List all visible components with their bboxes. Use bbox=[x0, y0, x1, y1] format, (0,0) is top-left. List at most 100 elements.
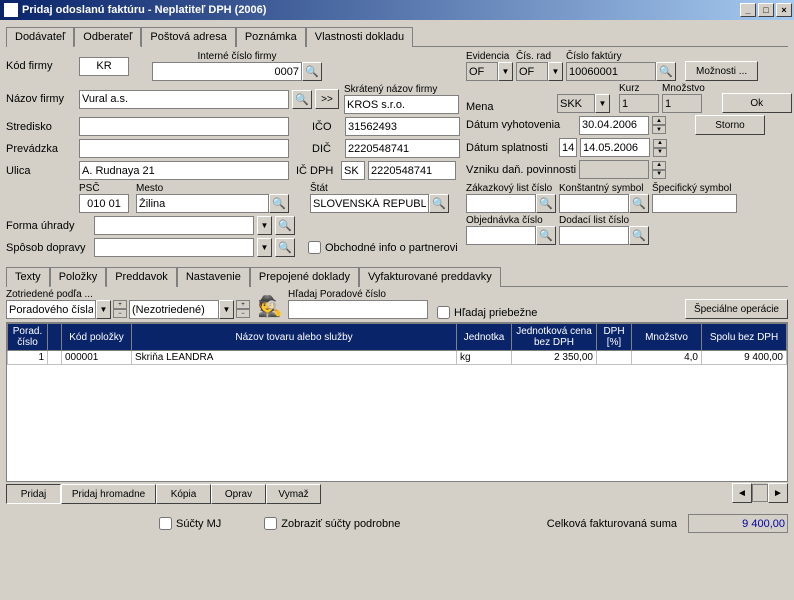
grid-col-8[interactable]: Spolu bez DPH bbox=[702, 324, 787, 351]
interne-cislo-input[interactable] bbox=[152, 62, 302, 81]
tab-mid-4[interactable]: Prepojené doklady bbox=[250, 267, 359, 287]
cisrad-dropdown-icon[interactable]: ▼ bbox=[548, 62, 563, 81]
prevadzka-input[interactable] bbox=[79, 139, 289, 158]
mena-dropdown-icon[interactable]: ▼ bbox=[595, 94, 610, 113]
ok-button[interactable]: Ok bbox=[722, 93, 792, 113]
obj-lookup-icon[interactable]: 🔍 bbox=[536, 226, 556, 245]
cisrad-select[interactable] bbox=[516, 62, 548, 81]
forma-dropdown-icon[interactable]: ▼ bbox=[257, 216, 272, 235]
datum-vyh-up-icon[interactable]: ▲ bbox=[652, 116, 666, 125]
icdph-input[interactable] bbox=[368, 161, 456, 180]
sposob-input[interactable] bbox=[94, 238, 254, 257]
moznosti-button[interactable]: Možnosti ... bbox=[685, 61, 758, 81]
footer-btn-pridaj-hromadne[interactable]: Pridaj hromadne bbox=[61, 484, 156, 504]
items-grid[interactable]: Porad. číslo Kód položkyNázov tovaru aleb… bbox=[6, 322, 788, 482]
sposob-lookup-icon[interactable]: 🔍 bbox=[275, 238, 295, 257]
tab-top-0[interactable]: Dodávateľ bbox=[6, 27, 74, 47]
sort2-dropdown-icon[interactable]: ▼ bbox=[219, 300, 234, 319]
forma-lookup-icon[interactable]: 🔍 bbox=[275, 216, 295, 235]
datum-vyh-down-icon[interactable]: ▼ bbox=[652, 125, 666, 134]
stat-input[interactable] bbox=[310, 194, 429, 213]
sort2-down-icon[interactable]: − bbox=[236, 309, 250, 318]
evidencia-select[interactable] bbox=[466, 62, 498, 81]
maximize-button[interactable]: □ bbox=[758, 3, 774, 17]
tab-mid-0[interactable]: Texty bbox=[6, 267, 50, 287]
sort2-select[interactable] bbox=[129, 300, 219, 319]
icdph-stat-input[interactable] bbox=[341, 161, 365, 180]
vznik-up-icon[interactable]: ▲ bbox=[652, 161, 666, 170]
grid-col-1[interactable] bbox=[48, 324, 62, 351]
stat-lookup-icon[interactable]: 🔍 bbox=[429, 194, 449, 213]
mesto-input[interactable] bbox=[136, 194, 269, 213]
mesto-lookup-icon[interactable]: 🔍 bbox=[269, 194, 289, 213]
hladaj-priebezne-checkbox[interactable]: Hľadaj priebežne bbox=[437, 306, 537, 319]
tab-mid-1[interactable]: Položky bbox=[50, 267, 107, 287]
grid-col-6[interactable]: DPH [%] bbox=[597, 324, 632, 351]
cislo-fakt-lookup-icon[interactable]: 🔍 bbox=[656, 62, 676, 81]
mena-select[interactable] bbox=[557, 94, 595, 113]
sucty-mj-checkbox[interactable]: Súčty MJ bbox=[159, 517, 221, 530]
zakaz-input[interactable] bbox=[466, 194, 536, 213]
stredisko-input[interactable] bbox=[79, 117, 289, 136]
grid-col-0[interactable]: Porad. číslo bbox=[8, 324, 48, 351]
table-row[interactable]: 1000001Skriňa LEANDRAkg2 350,004,09 400,… bbox=[8, 351, 787, 365]
sort1-down-icon[interactable]: − bbox=[113, 309, 127, 318]
close-button[interactable]: × bbox=[776, 3, 792, 17]
grid-col-2[interactable]: Kód položky bbox=[62, 324, 132, 351]
sort1-dropdown-icon[interactable]: ▼ bbox=[96, 300, 111, 319]
skrateny-input[interactable] bbox=[344, 95, 459, 114]
grid-col-4[interactable]: Jednotka bbox=[457, 324, 512, 351]
scroll-left-icon[interactable]: ◄ bbox=[732, 483, 752, 503]
tab-top-2[interactable]: Poštová adresa bbox=[141, 27, 235, 47]
scroll-right-icon[interactable]: ► bbox=[768, 483, 788, 503]
vznik-down-icon[interactable]: ▼ bbox=[652, 170, 666, 179]
obj-input[interactable] bbox=[466, 226, 536, 245]
sposob-dropdown-icon[interactable]: ▼ bbox=[257, 238, 272, 257]
datum-spl-up-icon[interactable]: ▲ bbox=[653, 139, 667, 148]
footer-btn-oprav[interactable]: Oprav bbox=[211, 484, 266, 504]
minimize-button[interactable]: _ bbox=[740, 3, 756, 17]
footer-btn-kópia[interactable]: Kópia bbox=[156, 484, 211, 504]
sort2-up-icon[interactable]: + bbox=[236, 300, 250, 309]
sort1-up-icon[interactable]: + bbox=[113, 300, 127, 309]
hladaj-input[interactable] bbox=[288, 300, 428, 319]
footer-btn-pridaj[interactable]: Pridaj bbox=[6, 484, 61, 504]
tab-top-4[interactable]: Vlastnosti dokladu bbox=[306, 27, 413, 47]
grid-col-7[interactable]: Množstvo bbox=[632, 324, 702, 351]
sort1-select[interactable] bbox=[6, 300, 96, 319]
zobrazit-checkbox[interactable]: Zobraziť súčty podrobne bbox=[264, 517, 400, 530]
specialne-button[interactable]: Špeciálne operácie bbox=[685, 299, 788, 319]
nazov-firmy-input[interactable] bbox=[79, 90, 289, 109]
interne-cislo-lookup-icon[interactable]: 🔍 bbox=[302, 62, 322, 81]
datum-spl-days-input[interactable] bbox=[559, 138, 577, 157]
datum-vyh-input[interactable] bbox=[579, 116, 649, 135]
scroll-thumb[interactable] bbox=[752, 484, 768, 502]
konst-lookup-icon[interactable]: 🔍 bbox=[629, 194, 649, 213]
copy-right-button[interactable]: >> bbox=[315, 89, 339, 109]
ico-input[interactable] bbox=[345, 117, 460, 136]
forma-input[interactable] bbox=[94, 216, 254, 235]
dic-input[interactable] bbox=[345, 139, 460, 158]
tab-top-3[interactable]: Poznámka bbox=[236, 27, 306, 47]
grid-col-3[interactable]: Názov tovaru alebo služby bbox=[132, 324, 457, 351]
tab-mid-2[interactable]: Preddavok bbox=[106, 267, 177, 287]
footer-btn-vymaž[interactable]: Vymaž bbox=[266, 484, 321, 504]
dodaci-lookup-icon[interactable]: 🔍 bbox=[629, 226, 649, 245]
cislo-fakt-input[interactable] bbox=[566, 62, 656, 81]
datum-spl-down-icon[interactable]: ▼ bbox=[653, 148, 667, 157]
spec-input[interactable] bbox=[652, 194, 737, 213]
tab-top-1[interactable]: Odberateľ bbox=[74, 27, 141, 47]
grid-col-5[interactable]: Jednotková cena bez DPH bbox=[512, 324, 597, 351]
konst-input[interactable] bbox=[559, 194, 629, 213]
storno-button[interactable]: Storno bbox=[695, 115, 765, 135]
kod-firmy-input[interactable] bbox=[79, 57, 129, 76]
evidencia-dropdown-icon[interactable]: ▼ bbox=[498, 62, 513, 81]
tab-mid-3[interactable]: Nastavenie bbox=[177, 267, 250, 287]
ulica-input[interactable] bbox=[79, 161, 289, 180]
zakaz-lookup-icon[interactable]: 🔍 bbox=[536, 194, 556, 213]
dodaci-input[interactable] bbox=[559, 226, 629, 245]
nazov-firmy-lookup-icon[interactable]: 🔍 bbox=[292, 90, 312, 109]
psc-input[interactable] bbox=[79, 194, 129, 213]
tab-mid-5[interactable]: Vyfakturované preddavky bbox=[359, 267, 501, 287]
datum-spl-input[interactable] bbox=[580, 138, 650, 157]
